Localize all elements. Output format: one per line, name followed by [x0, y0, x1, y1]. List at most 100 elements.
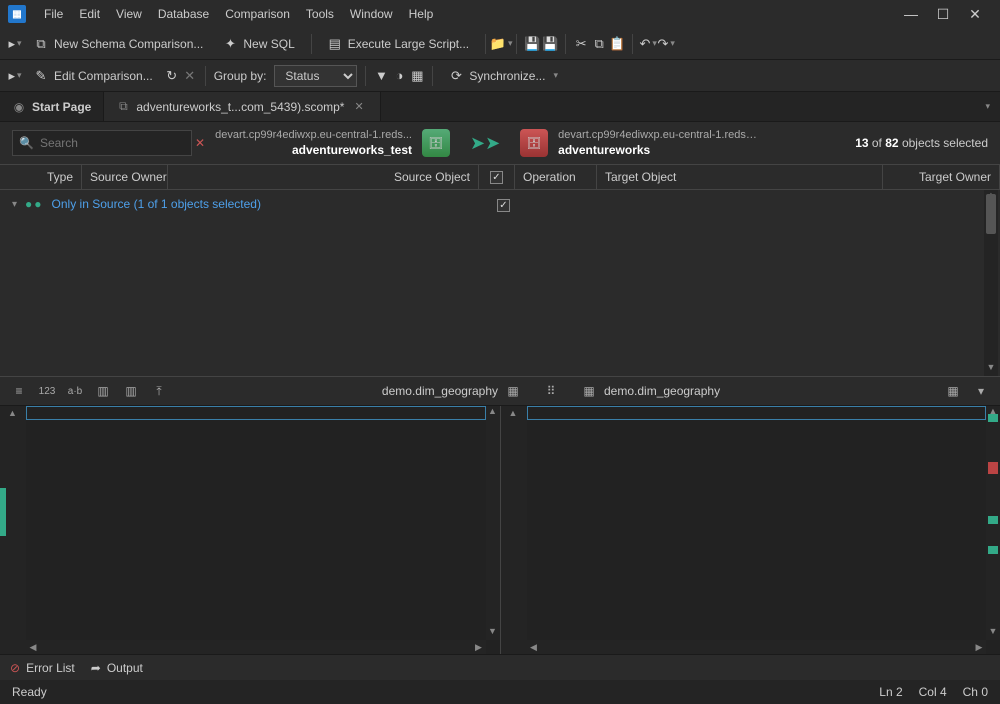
grid-vertical-scrollbar[interactable]: ▲ ▼ — [984, 190, 998, 376]
undo-icon[interactable]: ↶▾ — [641, 37, 655, 51]
col-operation[interactable]: Operation — [515, 165, 597, 189]
diff-options-icon[interactable]: ▾ — [972, 383, 990, 399]
synchronize-label: Synchronize... — [469, 69, 545, 83]
tab-start-page[interactable]: ◉ Start Page — [0, 92, 104, 121]
table-icon: ▦ — [580, 383, 598, 399]
search-input[interactable] — [40, 136, 195, 150]
stop-icon[interactable]: ✕ — [183, 69, 197, 83]
tab-label: adventureworks_t...com_5439).scomp* — [136, 100, 344, 114]
synchronize-button[interactable]: ⟳ Synchronize... ▾ — [441, 65, 566, 87]
left-gutter: ▲ — [0, 406, 26, 654]
col-type[interactable]: Type — [0, 165, 82, 189]
grid-view-icon[interactable]: ▦ — [944, 383, 962, 399]
folder-open-icon[interactable]: 📁▾ — [494, 37, 508, 51]
compare-mid-icon: ⠿ — [542, 383, 560, 399]
compare-icon: ⧉ — [34, 37, 48, 51]
diff-right-title-block: ▦ demo.dim_geography — [570, 383, 934, 399]
sync-icon: ⟳ — [449, 69, 463, 83]
filter-icon[interactable]: ▼ — [374, 69, 388, 83]
search-box[interactable]: 🔍 ✕ — [12, 130, 192, 156]
diff-text-icon[interactable]: a·b — [66, 383, 84, 399]
menu-window[interactable]: Window — [342, 3, 401, 25]
copy-icon[interactable]: ⧉ — [592, 37, 606, 51]
dropdown-icon[interactable]: ▸▾ — [8, 37, 22, 51]
menu-edit[interactable]: Edit — [71, 3, 108, 25]
target-db-icon: 🗄 — [520, 129, 548, 157]
group-checkbox[interactable] — [497, 199, 510, 212]
right-hscroll[interactable]: ◀▶ — [527, 640, 987, 654]
error-list-label: Error List — [26, 661, 75, 675]
diff-toolbar: ≡ 123 a·b ▥ ▥ ⤒ demo.dim_geography ▦ ⠿ ▦… — [0, 376, 1000, 406]
diff-right-title: demo.dim_geography — [604, 384, 720, 398]
diff-collapse-icon[interactable]: ≡ — [10, 383, 28, 399]
window-close[interactable]: ✕ — [968, 7, 982, 21]
filter-settings-icon[interactable]: ◑ — [392, 69, 406, 83]
search-icon: 🔍 — [19, 136, 34, 150]
save-all-icon[interactable]: 💾 — [543, 37, 557, 51]
new-sql-button[interactable]: ✦ New SQL — [215, 33, 302, 55]
source-db-icon: 🗄 — [422, 129, 450, 157]
chevron-down-icon: ▾ — [12, 199, 17, 210]
diff-right-pane: ▲ ▲▼ ◀▶ — [501, 406, 1000, 654]
tab-document[interactable]: ⧉ adventureworks_t...com_5439).scomp* ✕ — [104, 92, 380, 121]
group-row[interactable]: ▾●●Only in Source (1 of 1 objects select… — [0, 190, 1000, 218]
right-diffmap[interactable] — [986, 406, 1000, 654]
status-bar: Ready Ln 2 Col 4 Ch 0 — [0, 680, 1000, 704]
refresh-icon[interactable]: ↻ — [165, 69, 179, 83]
header-checkbox[interactable] — [490, 171, 503, 184]
window-maximize[interactable]: ☐ — [936, 7, 950, 21]
redo-icon[interactable]: ↷▾ — [659, 37, 673, 51]
footer-tabs: ⊘ Error List ➦ Output — [0, 654, 1000, 680]
group-by-label: Group by: — [214, 69, 267, 83]
new-schema-comparison-label: New Schema Comparison... — [54, 37, 203, 51]
layout-icon[interactable]: ▦ — [410, 69, 424, 83]
left-vscroll[interactable]: ▲▼ — [486, 406, 500, 640]
diff-panes: ▲ ▲▼ ◀▶ ▲ ▲▼ ◀▶ — [0, 406, 1000, 654]
diff-prev-icon[interactable]: ▥ — [94, 383, 112, 399]
diff-numbers-icon[interactable]: 123 — [38, 383, 56, 399]
menu-tools[interactable]: Tools — [298, 3, 342, 25]
output-tab[interactable]: ➦ Output — [91, 661, 143, 675]
diff-next-icon[interactable]: ▥ — [122, 383, 140, 399]
col-source-owner[interactable]: Source Owner — [82, 165, 168, 189]
tab-close-icon[interactable]: ✕ — [350, 100, 367, 113]
menu-bar: ▦ FileEditViewDatabaseComparisonToolsWin… — [0, 0, 1000, 28]
save-icon[interactable]: 💾 — [525, 37, 539, 51]
menu-comparison[interactable]: Comparison — [217, 3, 298, 25]
window-minimize[interactable]: — — [904, 7, 918, 21]
execute-large-script-button[interactable]: ▤ Execute Large Script... — [320, 33, 477, 55]
fold-icon[interactable]: ▲ — [509, 408, 518, 418]
error-list-tab[interactable]: ⊘ Error List — [10, 661, 75, 675]
col-source-object[interactable]: Source Object — [168, 165, 479, 189]
cut-icon[interactable]: ✂ — [574, 37, 588, 51]
fold-icon[interactable]: ▲ — [8, 408, 17, 418]
menu-view[interactable]: View — [108, 3, 150, 25]
diff-left-pane: ▲ ▲▼ ◀▶ — [0, 406, 501, 654]
table-icon: ▦ — [504, 383, 522, 399]
new-schema-comparison-button[interactable]: ⧉ New Schema Comparison... — [26, 33, 211, 55]
error-icon: ⊘ — [10, 661, 20, 675]
col-target-object[interactable]: Target Object — [597, 165, 883, 189]
edit-comparison-button[interactable]: ✎ Edit Comparison... — [26, 65, 161, 87]
menu-help[interactable]: Help — [401, 3, 442, 25]
col-checkbox[interactable] — [479, 165, 515, 189]
menu-file[interactable]: File — [36, 3, 71, 25]
output-icon: ➦ — [91, 661, 101, 675]
home-icon: ◉ — [12, 100, 26, 114]
search-clear-icon[interactable]: ✕ — [195, 136, 205, 150]
dropdown-icon[interactable]: ▸▾ — [8, 69, 22, 83]
grid-header: Type Source Owner Source Object Operatio… — [0, 164, 1000, 190]
scroll-down-icon[interactable]: ▼ — [984, 362, 998, 376]
col-target-owner[interactable]: Target Owner — [883, 165, 1000, 189]
menu-database[interactable]: Database — [150, 3, 217, 25]
diff-goto-icon[interactable]: ⤒ — [150, 383, 168, 399]
paste-icon[interactable]: 📋 — [610, 37, 624, 51]
scroll-thumb[interactable] — [986, 194, 996, 234]
status-col: Col 4 — [919, 685, 947, 699]
group-by-select[interactable]: Status — [274, 65, 357, 87]
left-hscroll[interactable]: ◀▶ — [26, 640, 486, 654]
compare-doc-icon: ⧉ — [116, 100, 130, 114]
diff-left-title-block: demo.dim_geography ▦ — [178, 383, 532, 399]
source-db-block: devart.cp99r4ediwxp.eu-central-1.reds...… — [212, 129, 412, 157]
tab-overflow-icon[interactable]: ▾ — [985, 101, 990, 112]
